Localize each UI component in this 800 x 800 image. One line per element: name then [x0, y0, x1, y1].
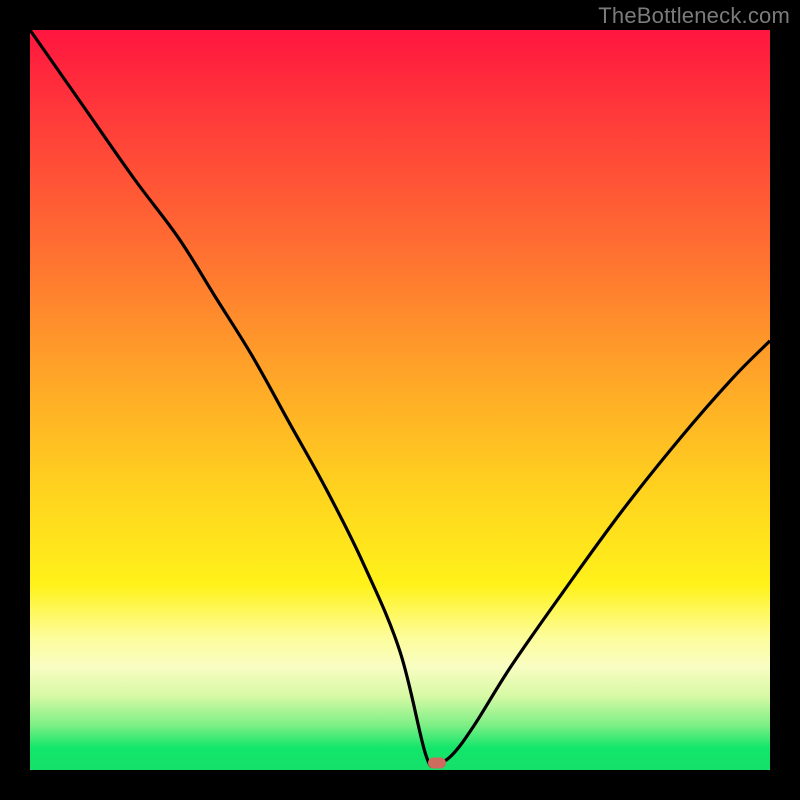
plot-area	[30, 30, 770, 770]
outer-frame: TheBottleneck.com	[0, 0, 800, 800]
optimum-marker	[428, 757, 446, 768]
bottleneck-curve	[30, 30, 770, 767]
watermark-text: TheBottleneck.com	[598, 3, 790, 29]
curve-svg	[30, 30, 770, 770]
